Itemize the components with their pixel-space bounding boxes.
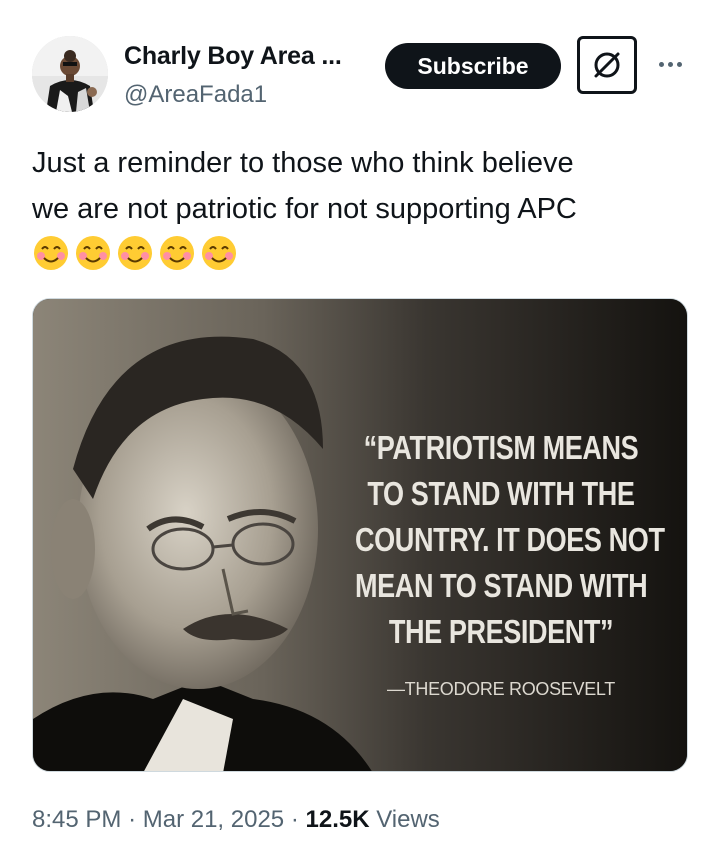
tweet-time[interactable]: 8:45 PM (32, 806, 121, 833)
more-dots-icon (676, 61, 682, 67)
subscribe-button[interactable]: Subscribe (385, 43, 561, 89)
emoji-row (32, 234, 238, 274)
quote-line: THE PRESIDENT” (388, 613, 614, 650)
tweet-meta: 8:45 PM · Mar 21, 2025 · 12.5K Views (32, 806, 440, 834)
more-options-button[interactable] (652, 52, 688, 76)
smiling-face-emoji-icon (76, 236, 110, 270)
smiling-face-emoji-icon (160, 236, 194, 270)
smiling-face-emoji-icon (34, 236, 68, 270)
author-display-name[interactable]: Charly Boy Area ... (124, 42, 342, 71)
quote-line: TO STAND WITH THE (367, 475, 635, 512)
quote-line: COUNTRY. IT DOES NOT (355, 521, 665, 558)
smiling-face-emoji-icon (118, 236, 152, 270)
tweet-media-image[interactable]: “PATRIOTISM MEANS TO STAND WITH THE COUN… (32, 298, 688, 772)
tweet-text-line: Just a reminder to those who think belie… (32, 147, 574, 179)
tweet-header: Charly Boy Area ... @AreaFada1 Subscribe (0, 0, 720, 120)
quote-line: “PATRIOTISM MEANS (363, 429, 639, 466)
quote-line: MEAN TO STAND WITH (355, 567, 648, 604)
author-avatar[interactable] (32, 36, 108, 112)
meta-separator: · (128, 806, 137, 833)
more-dots-icon (658, 61, 664, 67)
meta-separator: · (290, 806, 299, 833)
views-label: Views (376, 806, 440, 833)
quote-attribution: —THEODORE ROOSEVELT (386, 679, 615, 699)
author-handle[interactable]: @AreaFada1 (124, 81, 267, 109)
quote-text: “PATRIOTISM MEANS TO STAND WITH THE COUN… (355, 425, 665, 655)
grok-slash-circle-icon (594, 52, 620, 78)
tweet-text-line: we are not patriotic for not supporting … (32, 193, 577, 225)
tweet-text: Just a reminder to those who think belie… (32, 140, 692, 232)
tweet-date[interactable]: Mar 21, 2025 (143, 806, 284, 833)
more-dots-icon (667, 61, 673, 67)
views-count: 12.5K (305, 806, 370, 833)
avatar-photo-icon (32, 36, 108, 112)
smiling-face-emoji-icon (202, 236, 236, 270)
grok-button[interactable] (577, 36, 637, 94)
